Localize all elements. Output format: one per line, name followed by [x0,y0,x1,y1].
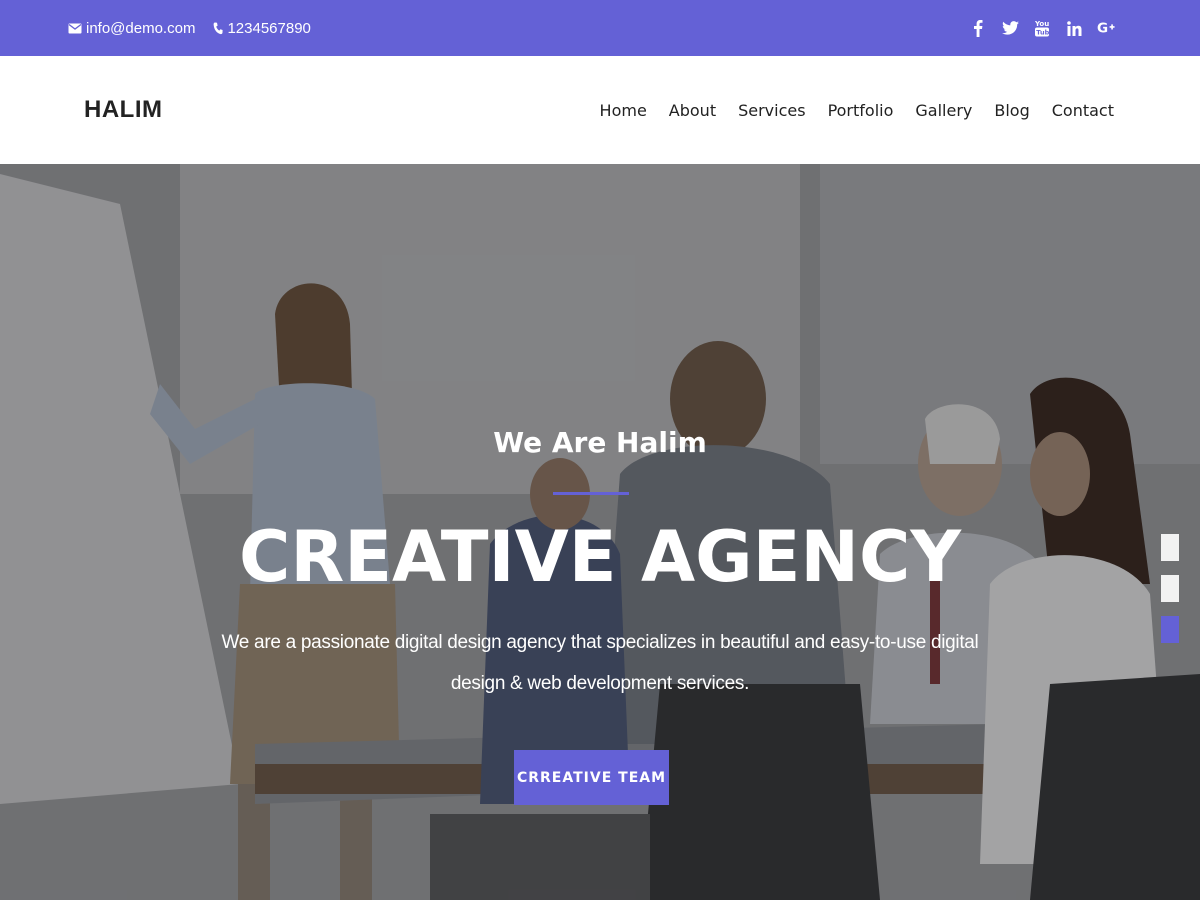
hero-section: We Are Halim CREATIVE AGENCY We are a pa… [0,164,1200,900]
nav-item-contact[interactable]: Contact [1052,101,1114,120]
contact-info: info@demo.com 1234567890 [68,0,311,56]
social-links: YouTube G [969,0,1115,56]
svg-text:G: G [1097,21,1108,37]
svg-text:Tube: Tube [1036,29,1049,37]
nav-item-blog[interactable]: Blog [994,101,1029,120]
slider-pagination [1161,534,1179,643]
main-navbar: HALIM Home About Services Portfolio Gall… [0,56,1200,164]
nav-item-about[interactable]: About [669,101,716,120]
hero-content: We Are Halim CREATIVE AGENCY We are a pa… [0,164,1200,900]
nav-item-services[interactable]: Services [738,101,805,120]
top-bar: info@demo.com 1234567890 YouTube G [0,0,1200,56]
youtube-icon[interactable]: YouTube [1033,19,1051,37]
slide-dot-3[interactable] [1161,616,1179,643]
email-text: info@demo.com [86,19,196,37]
hero-title: CREATIVE AGENCY [238,516,962,598]
facebook-icon[interactable] [969,19,987,37]
brand-logo[interactable]: HALIM [84,56,162,164]
svg-text:You: You [1035,20,1049,28]
phone-text: 1234567890 [227,19,311,37]
hero-subtitle: We Are Halim [493,426,707,459]
phone-contact[interactable]: 1234567890 [213,19,311,37]
nav-item-portfolio[interactable]: Portfolio [828,101,894,120]
google-plus-icon[interactable]: G [1097,19,1115,37]
hero-divider [553,492,629,495]
nav-item-gallery[interactable]: Gallery [915,101,972,120]
envelope-icon [68,23,82,34]
creative-team-button[interactable]: CRREATIVE TEAM [514,750,669,805]
slide-dot-1[interactable] [1161,534,1179,561]
nav-menu: Home About Services Portfolio Gallery Bl… [600,56,1114,164]
twitter-icon[interactable] [1001,19,1019,37]
linkedin-icon[interactable] [1065,19,1083,37]
slide-dot-2[interactable] [1161,575,1179,602]
email-contact[interactable]: info@demo.com [68,20,195,37]
hero-description: We are a passionate digital design agenc… [221,632,979,694]
nav-item-home[interactable]: Home [600,101,647,120]
phone-icon [213,22,224,35]
